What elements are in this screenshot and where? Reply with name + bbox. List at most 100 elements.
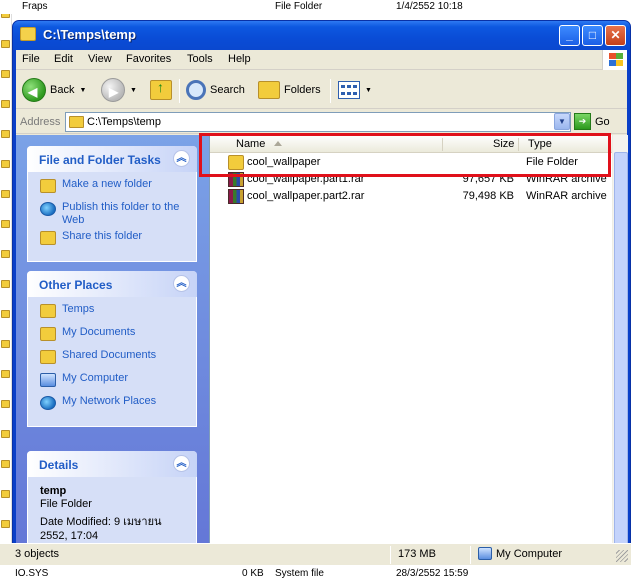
- panel-header[interactable]: Other Places ︽: [27, 271, 197, 297]
- search-icon: [186, 80, 206, 100]
- folder-icon: [40, 350, 56, 364]
- background-row-bottom[interactable]: IO.SYS 0 KB System file 28/3/2552 15:59: [0, 565, 643, 579]
- menu-edit[interactable]: Edit: [54, 53, 73, 65]
- menu-favorites[interactable]: Favorites: [126, 53, 171, 65]
- folders-button[interactable]: Folders: [258, 77, 321, 103]
- other-places-panel: Other Places ︽ Temps My Documents Shared…: [27, 271, 197, 427]
- network-icon: [40, 396, 56, 410]
- search-button[interactable]: Search: [186, 77, 245, 103]
- place-label: My Documents: [62, 326, 136, 338]
- place-my-computer[interactable]: My Computer: [40, 372, 196, 392]
- folder-icon: [1, 490, 10, 498]
- task-share-folder[interactable]: Share this folder: [40, 230, 196, 250]
- panel-title: Details: [39, 458, 79, 472]
- views-button[interactable]: ▼: [338, 77, 372, 103]
- status-separator: [470, 546, 471, 564]
- close-button[interactable]: ✕: [605, 25, 626, 46]
- collapse-chevron-icon[interactable]: ︽: [173, 275, 190, 292]
- rar-icon: [228, 189, 244, 204]
- details-type: File Folder: [40, 498, 92, 510]
- folder-icon: [1, 400, 10, 408]
- maximize-button[interactable]: □: [582, 25, 603, 46]
- menu-help[interactable]: Help: [228, 53, 251, 65]
- folder-icon: [1, 370, 10, 378]
- background-row-top[interactable]: Fraps File Folder 1/4/2552 10:18: [0, 0, 643, 14]
- back-label: Back: [50, 84, 75, 96]
- new-folder-icon: [40, 179, 56, 193]
- dropdown-arrow-icon[interactable]: ▼: [365, 87, 372, 94]
- address-bar: Address C:\Temps\temp ▼ ➔ Go: [16, 110, 627, 134]
- task-publish-folder[interactable]: Publish this folder to the Web: [40, 201, 196, 227]
- menu-file[interactable]: File: [22, 53, 40, 65]
- back-button[interactable]: ◀ Back ▼: [22, 77, 86, 103]
- computer-icon: [40, 373, 56, 387]
- background-icon-column: [0, 0, 12, 579]
- file-list: Name Size Type cool_wallpaper File Folde…: [209, 135, 628, 563]
- file-type: WinRAR archive: [526, 190, 607, 202]
- window-client: File Edit View Favorites Tools Help ◀ Ba…: [16, 50, 628, 563]
- address-path: C:\Temps\temp: [87, 116, 161, 128]
- panel-header[interactable]: File and Folder Tasks ︽: [27, 146, 197, 172]
- folder-icon: [1, 430, 10, 438]
- folder-icon: [1, 280, 10, 288]
- folder-icon: [1, 310, 10, 318]
- go-button[interactable]: ➔ Go: [574, 113, 610, 130]
- background-file-size: 0 KB: [242, 568, 264, 579]
- place-temps[interactable]: Temps: [40, 303, 196, 323]
- background-file-modified: 28/3/2552 15:59: [396, 568, 469, 579]
- background-file-type: System file: [275, 568, 324, 579]
- place-label: Temps: [62, 303, 95, 315]
- file-row[interactable]: cool_wallpaper.part2.rar 79,498 KB WinRA…: [210, 188, 612, 205]
- forward-button[interactable]: ▶ ▼: [101, 77, 137, 103]
- folder-icon: [69, 116, 84, 128]
- place-shared-documents[interactable]: Shared Documents: [40, 349, 196, 369]
- menu-tools[interactable]: Tools: [187, 53, 213, 65]
- folder-icon: [1, 40, 10, 48]
- details-modified: Date Modified: 9 เมษายน 2552, 17:04: [40, 516, 162, 542]
- toolbar-separator: [179, 79, 180, 103]
- resize-grip[interactable]: [616, 550, 628, 562]
- address-label: Address: [20, 116, 61, 128]
- status-object-count: 3 objects: [15, 548, 60, 560]
- up-folder-icon: [150, 79, 172, 100]
- panel-body: Make a new folder Publish this folder to…: [27, 172, 197, 262]
- windows-logo-icon: [602, 50, 627, 70]
- address-input[interactable]: C:\Temps\temp: [65, 112, 571, 132]
- task-make-new-folder[interactable]: Make a new folder: [40, 178, 196, 198]
- status-location: My Computer: [496, 548, 563, 560]
- panel-body: Temps My Documents Shared Documents My C…: [27, 297, 197, 427]
- scrollbar-thumb[interactable]: [614, 152, 628, 546]
- folders-label: Folders: [284, 84, 321, 96]
- menu-view[interactable]: View: [88, 53, 112, 65]
- collapse-chevron-icon[interactable]: ︽: [173, 150, 190, 167]
- vertical-scrollbar[interactable]: [612, 135, 628, 547]
- window-title: C:\Temps\temp: [43, 27, 136, 42]
- dropdown-arrow-icon[interactable]: ▼: [130, 87, 137, 94]
- folder-icon: [40, 327, 56, 341]
- toolbar-separator: [330, 79, 331, 103]
- file-size: 79,498 KB: [462, 190, 514, 202]
- menu-bar: File Edit View Favorites Tools Help: [16, 50, 627, 70]
- dropdown-arrow-icon[interactable]: ▼: [79, 87, 86, 94]
- task-label: Share this folder: [62, 230, 143, 242]
- task-label: Publish this folder to the Web: [62, 201, 180, 226]
- collapse-chevron-icon[interactable]: ︽: [173, 455, 190, 472]
- status-separator: [390, 546, 391, 564]
- place-my-network-places[interactable]: My Network Places: [40, 395, 196, 415]
- up-folder-button[interactable]: [150, 77, 172, 103]
- place-my-documents[interactable]: My Documents: [40, 326, 196, 346]
- panel-header[interactable]: Details ︽: [27, 451, 197, 477]
- panel-title: File and Folder Tasks: [39, 153, 161, 167]
- background-file-name: Fraps: [22, 1, 48, 12]
- explorer-window: C:\Temps\temp _ □ ✕ File Edit View Favor…: [12, 20, 631, 565]
- address-dropdown-button[interactable]: ▼: [554, 113, 570, 130]
- toolbar: ◀ Back ▼ ▶ ▼ Search Folders: [16, 71, 627, 109]
- task-label: Make a new folder: [62, 178, 152, 190]
- folder-icon: [1, 220, 10, 228]
- folder-icon: [1, 520, 10, 528]
- folder-icon: [1, 160, 10, 168]
- minimize-button[interactable]: _: [559, 25, 580, 46]
- highlight-annotation: [199, 133, 611, 177]
- folder-icon: [1, 130, 10, 138]
- title-bar[interactable]: C:\Temps\temp _ □ ✕: [13, 21, 630, 50]
